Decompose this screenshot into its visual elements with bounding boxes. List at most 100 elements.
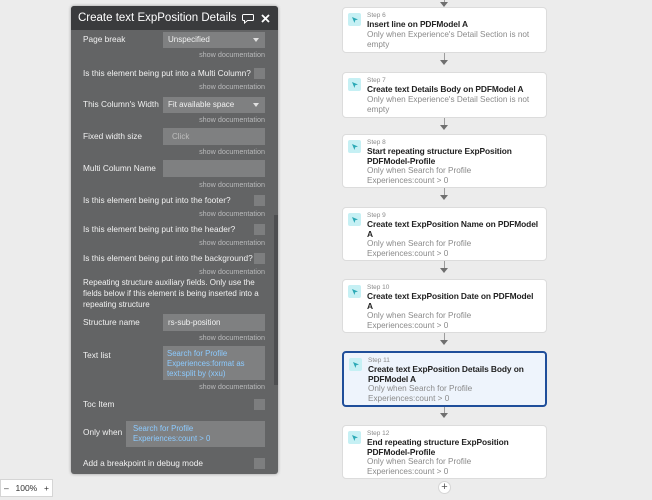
cursor-icon [348,13,361,26]
step-number: Step 7 [367,77,386,84]
workflow-step-9[interactable]: Step 9 Create text ExpPosition Name on P… [342,207,547,261]
cursor-icon [348,213,361,226]
cursor-icon [348,431,361,444]
workflow-step-7[interactable]: Step 7 Create text Details Body on PDFMo… [342,72,547,118]
arrow-down-icon [440,60,448,65]
workflow-step-8[interactable]: Step 8 Start repeating structure ExpPosi… [342,134,547,188]
show-documentation-link[interactable]: show documentation [199,238,265,247]
show-documentation-link[interactable]: show documentation [199,115,265,124]
field-label: Fixed width size [83,131,143,141]
field-label: Text list [83,350,111,360]
step-number: Step 9 [367,212,386,219]
zoom-in-button[interactable]: + [44,483,49,493]
field-label: Only when [83,427,123,437]
field-label: Toc Item [83,399,115,409]
step-title: Create text ExpPosition Name on PDFModel… [367,219,538,239]
step-condition: Only when Search for Profile Experiences… [367,239,472,259]
step-condition: Only when Search for Profile Experiences… [367,166,472,186]
step-condition: Only when Search for Profile Experiences… [367,311,472,331]
field-label: Structure name [83,317,140,327]
text-list-expression[interactable]: Search for Profile Experiences:format as… [163,346,265,380]
step-title: Start repeating structure ExpPosition PD… [367,146,512,166]
field-header: Is this element being put into the heade… [83,224,265,235]
workflow-step-6[interactable]: Step 6 Insert line on PDFModel A Only wh… [342,7,547,53]
breakpoint-checkbox[interactable] [254,458,265,469]
show-documentation-link[interactable]: show documentation [199,50,265,59]
background-checkbox[interactable] [254,253,265,264]
step-condition: Only when Experience's Detail Section is… [367,95,530,115]
add-step-button[interactable]: + [438,481,451,494]
arrow-down-icon [440,125,448,130]
comment-icon[interactable] [241,11,255,25]
chevron-down-icon [253,38,259,42]
step-title: Create text ExpPosition Date on PDFModel… [367,291,534,311]
page-break-dropdown[interactable]: Unspecified [163,32,265,48]
show-documentation-link[interactable]: show documentation [199,267,265,276]
field-multi-column: Is this element being put into a Multi C… [83,68,265,79]
field-label: Page break [83,34,126,44]
field-label: Multi Column Name [83,163,156,173]
only-when-expression[interactable]: Search for Profile Experiences:count > 0 [126,421,265,447]
scrollbar-track[interactable] [274,30,278,474]
field-breakpoint: Add a breakpoint in debug mode [83,458,265,469]
panel-header[interactable]: Create text ExpPosition Details Body [71,6,278,30]
cursor-icon [348,140,361,153]
step-title: Insert line on PDFModel A [367,19,468,29]
footer-checkbox[interactable] [254,195,265,206]
show-documentation-link[interactable]: show documentation [199,382,265,391]
workflow-step-10[interactable]: Step 10 Create text ExpPosition Date on … [342,279,547,333]
column-width-dropdown[interactable]: Fit available space [163,97,265,113]
step-title: Create text Details Body on PDFModel A [367,84,524,94]
dropdown-value: Unspecified [168,35,210,44]
chevron-down-icon [253,103,259,107]
step-number: Step 8 [367,139,386,146]
property-editor-panel: Create text ExpPosition Details Body Pag… [71,6,278,474]
close-icon[interactable] [258,11,272,25]
arrow-down-icon [440,195,448,200]
show-documentation-link[interactable]: show documentation [199,147,265,156]
step-condition: Only when Experience's Detail Section is… [367,30,530,50]
cursor-icon [348,285,361,298]
toc-item-checkbox[interactable] [254,399,265,410]
field-footer: Is this element being put into the foote… [83,195,265,206]
structure-name-input[interactable]: rs-sub-position [163,314,265,331]
step-number: Step 12 [367,430,390,437]
panel-body[interactable]: Page break Unspecified show documentatio… [71,30,278,474]
field-background: Is this element being put into the backg… [83,253,265,264]
arrow-down-icon [440,340,448,345]
step-condition: Only when Search for Profile Experiences… [367,457,472,477]
step-number: Step 10 [367,284,390,291]
step-title: Create text ExpPosition Details Body on … [368,364,524,384]
panel-title: Create text ExpPosition Details Body [78,12,238,24]
arrow-down-icon [440,413,448,418]
zoom-control: – 100% + [0,479,53,497]
cursor-icon [349,358,362,371]
field-label: Is this element being put into a Multi C… [83,68,251,78]
workflow-step-11-selected[interactable]: Step 11 Create text ExpPosition Details … [342,351,547,407]
field-label: This Column's Width [83,99,159,109]
zoom-out-button[interactable]: – [4,483,9,493]
arrow-down-icon [440,268,448,273]
step-number: Step 6 [367,12,386,19]
dropdown-value: Fit available space [168,100,235,109]
workflow-step-12[interactable]: Step 12 End repeating structure ExpPosit… [342,425,547,479]
repeating-structure-note: Repeating structure auxiliary fields. On… [83,278,259,309]
field-label: Is this element being put into the backg… [83,253,253,263]
scrollbar-thumb[interactable] [274,215,278,385]
cursor-icon [348,78,361,91]
multi-column-checkbox[interactable] [254,68,265,79]
field-label: Is this element being put into the heade… [83,224,236,234]
step-number: Step 11 [368,357,390,364]
show-documentation-link[interactable]: show documentation [199,333,265,342]
field-toc-item: Toc Item [83,399,265,410]
show-documentation-link[interactable]: show documentation [199,82,265,91]
show-documentation-link[interactable]: show documentation [199,209,265,218]
show-documentation-link[interactable]: show documentation [199,180,265,189]
step-condition: Only when Search for Profile Experiences… [368,384,473,404]
fixed-width-input[interactable]: Click [163,128,265,145]
field-label: Is this element being put into the foote… [83,195,231,205]
field-label: Add a breakpoint in debug mode [83,458,203,468]
multi-column-name-input[interactable] [163,160,265,177]
zoom-level: 100% [15,483,38,493]
header-checkbox[interactable] [254,224,265,235]
